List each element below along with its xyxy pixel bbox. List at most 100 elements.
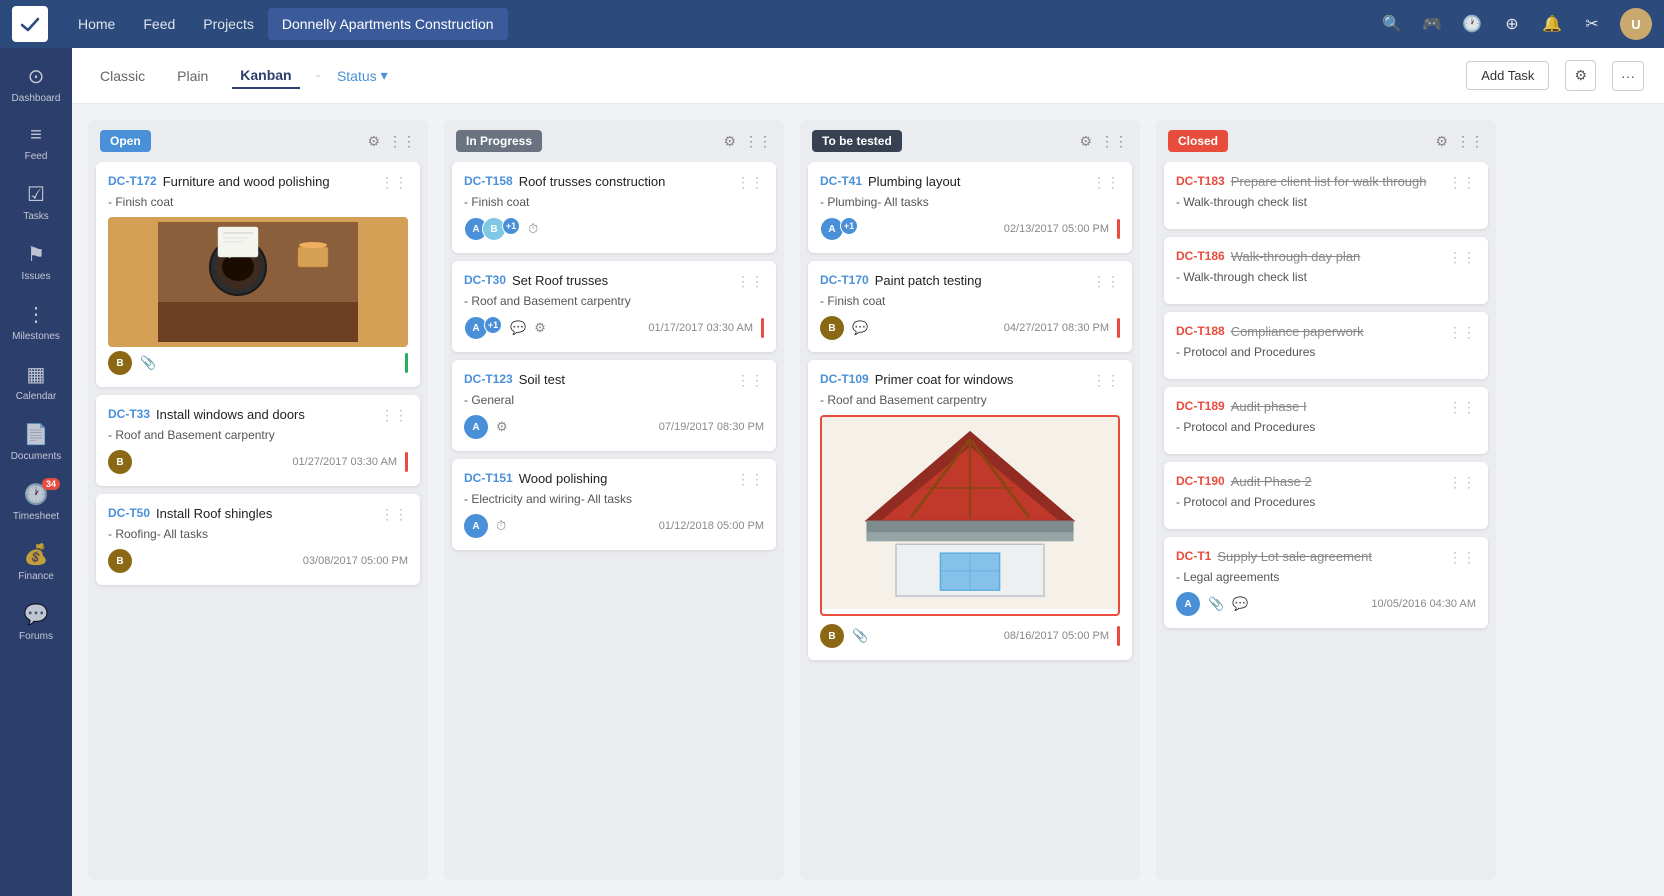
view-kanban[interactable]: Kanban	[232, 63, 299, 89]
card-dc-t50-id[interactable]: DC-T50	[108, 506, 150, 520]
column-to-be-tested-settings[interactable]: ⚙	[1079, 133, 1092, 150]
card-dc-t189-drag[interactable]: ⋮⋮	[1448, 399, 1476, 416]
scissors-icon[interactable]: ✂	[1580, 12, 1604, 36]
card-dc-t33[interactable]: DC-T33 Install windows and doors ⋮⋮ - Ro…	[96, 395, 420, 486]
sidebar-item-forums[interactable]: 💬 Forums	[4, 594, 68, 650]
card-dc-t123-title: Soil test	[519, 372, 730, 387]
column-in-progress-settings[interactable]: ⚙	[723, 133, 736, 150]
card-dc-t41-drag[interactable]: ⋮⋮	[1092, 174, 1120, 191]
sidebar-label-feed: Feed	[25, 151, 48, 162]
sidebar-item-calendar[interactable]: ▦ Calendar	[4, 354, 68, 410]
more-button[interactable]: ···	[1612, 61, 1644, 91]
column-in-progress-drag[interactable]: ⋮⋮	[744, 133, 772, 150]
sidebar-item-milestones[interactable]: ⋮ Milestones	[4, 294, 68, 350]
sidebar-item-feed[interactable]: ≡ Feed	[4, 116, 68, 170]
settings-icon[interactable]: ⚙	[534, 320, 546, 336]
card-dc-t123-settings-icon[interactable]: ⚙	[496, 419, 508, 435]
card-dc-t183[interactable]: DC-T183 Prepare client list for walk thr…	[1164, 162, 1488, 229]
column-in-progress-header: In Progress ⚙ ⋮⋮	[444, 120, 784, 162]
card-dc-t109-attachment-icon[interactable]: 📎	[852, 628, 868, 644]
card-dc-t30-id[interactable]: DC-T30	[464, 273, 506, 287]
card-dc-t1-id[interactable]: DC-T1	[1176, 549, 1211, 563]
card-dc-t172-id[interactable]: DC-T172	[108, 174, 157, 188]
column-closed-settings[interactable]: ⚙	[1435, 133, 1448, 150]
nav-active-project[interactable]: Donnelly Apartments Construction	[268, 8, 508, 40]
column-open-settings[interactable]: ⚙	[367, 133, 380, 150]
column-open-drag[interactable]: ⋮⋮	[388, 133, 416, 150]
card-dc-t190[interactable]: DC-T190 Audit Phase 2 ⋮⋮ - Protocol and …	[1164, 462, 1488, 529]
card-dc-t158-drag[interactable]: ⋮⋮	[736, 174, 764, 191]
card-dc-t186[interactable]: DC-T186 Walk-through day plan ⋮⋮ - Walk-…	[1164, 237, 1488, 304]
card-dc-t151[interactable]: DC-T151 Wood polishing ⋮⋮ - Electricity …	[452, 459, 776, 550]
filter-button[interactable]: ⚙	[1565, 60, 1596, 91]
card-dc-t172-drag[interactable]: ⋮⋮	[380, 174, 408, 191]
card-dc-t123-subtitle: - General	[464, 393, 764, 407]
card-dc-t151-timer-icon[interactable]: ⏱	[496, 518, 506, 534]
card-dc-t170-drag[interactable]: ⋮⋮	[1092, 273, 1120, 290]
card-dc-t41[interactable]: DC-T41 Plumbing layout ⋮⋮ - Plumbing- Al…	[808, 162, 1132, 253]
comment-icon[interactable]: 💬	[510, 320, 526, 336]
nav-feed[interactable]: Feed	[129, 8, 189, 40]
card-dc-t1-drag[interactable]: ⋮⋮	[1448, 549, 1476, 566]
plus-icon[interactable]: ⊕	[1500, 12, 1524, 36]
card-dc-t33-id[interactable]: DC-T33	[108, 407, 150, 421]
attachment-icon[interactable]: 📎	[140, 355, 156, 371]
card-dc-t50[interactable]: DC-T50 Install Roof shingles ⋮⋮ - Roofin…	[96, 494, 420, 585]
nav-projects[interactable]: Projects	[189, 8, 268, 40]
card-dc-t30[interactable]: DC-T30 Set Roof trusses ⋮⋮ - Roof and Ba…	[452, 261, 776, 352]
card-dc-t189[interactable]: DC-T189 Audit phase I ⋮⋮ - Protocol and …	[1164, 387, 1488, 454]
card-dc-t1[interactable]: DC-T1 Supply Lot sale agreement ⋮⋮ - Leg…	[1164, 537, 1488, 628]
card-dc-t170-comment-icon[interactable]: 💬	[852, 320, 868, 336]
user-avatar[interactable]: U	[1620, 8, 1652, 40]
sidebar-item-tasks[interactable]: ☑ Tasks	[4, 174, 68, 230]
column-to-be-tested-drag[interactable]: ⋮⋮	[1100, 133, 1128, 150]
card-dc-t109-id[interactable]: DC-T109	[820, 372, 869, 386]
card-dc-t170-id[interactable]: DC-T170	[820, 273, 869, 287]
card-dc-t33-drag[interactable]: ⋮⋮	[380, 407, 408, 424]
status-filter[interactable]: Status ▾	[337, 67, 388, 84]
bell-icon[interactable]: 🔔	[1540, 12, 1564, 36]
card-dc-t190-drag[interactable]: ⋮⋮	[1448, 474, 1476, 491]
card-dc-t123-drag[interactable]: ⋮⋮	[736, 372, 764, 389]
timer-icon[interactable]: ⏱	[528, 221, 538, 237]
card-dc-t123-id[interactable]: DC-T123	[464, 372, 513, 386]
view-plain[interactable]: Plain	[169, 64, 216, 88]
card-dc-t188-id[interactable]: DC-T188	[1176, 324, 1225, 338]
sidebar-item-issues[interactable]: ⚑ Issues	[4, 234, 68, 290]
card-dc-t170[interactable]: DC-T170 Paint patch testing ⋮⋮ - Finish …	[808, 261, 1132, 352]
sidebar-item-finance[interactable]: 💰 Finance	[4, 534, 68, 590]
card-dc-t183-drag[interactable]: ⋮⋮	[1448, 174, 1476, 191]
sidebar-item-timesheet[interactable]: 34 🕐 Timesheet	[4, 474, 68, 530]
card-dc-t50-drag[interactable]: ⋮⋮	[380, 506, 408, 523]
card-dc-t109[interactable]: DC-T109 Primer coat for windows ⋮⋮ - Roo…	[808, 360, 1132, 660]
gamepad-icon[interactable]: 🎮	[1420, 12, 1444, 36]
add-task-button[interactable]: Add Task	[1466, 61, 1549, 90]
card-dc-t151-drag[interactable]: ⋮⋮	[736, 471, 764, 488]
card-dc-t172[interactable]: DC-T172 Furniture and wood polishing ⋮⋮ …	[96, 162, 420, 387]
card-dc-t188[interactable]: DC-T188 Compliance paperwork ⋮⋮ - Protoc…	[1164, 312, 1488, 379]
search-icon[interactable]: 🔍	[1380, 12, 1404, 36]
card-dc-t183-id[interactable]: DC-T183	[1176, 174, 1225, 188]
card-dc-t186-drag[interactable]: ⋮⋮	[1448, 249, 1476, 266]
clock-icon[interactable]: 🕐	[1460, 12, 1484, 36]
card-dc-t1-comment-icon[interactable]: 💬	[1232, 596, 1248, 612]
card-dc-t109-drag[interactable]: ⋮⋮	[1092, 372, 1120, 389]
card-dc-t189-id[interactable]: DC-T189	[1176, 399, 1225, 413]
card-dc-t30-drag[interactable]: ⋮⋮	[736, 273, 764, 290]
view-classic[interactable]: Classic	[92, 64, 153, 88]
sidebar-item-dashboard[interactable]: ⊙ Dashboard	[4, 56, 68, 112]
card-dc-t151-id[interactable]: DC-T151	[464, 471, 513, 485]
card-dc-t158[interactable]: DC-T158 Roof trusses construction ⋮⋮ - F…	[452, 162, 776, 253]
card-dc-t109-title: Primer coat for windows	[875, 372, 1086, 387]
dashboard-icon: ⊙	[28, 64, 45, 89]
card-dc-t188-drag[interactable]: ⋮⋮	[1448, 324, 1476, 341]
card-dc-t190-id[interactable]: DC-T190	[1176, 474, 1225, 488]
sidebar-item-documents[interactable]: 📄 Documents	[4, 414, 68, 470]
card-dc-t123[interactable]: DC-T123 Soil test ⋮⋮ - General A ⚙ 07/19…	[452, 360, 776, 451]
card-dc-t186-id[interactable]: DC-T186	[1176, 249, 1225, 263]
nav-home[interactable]: Home	[64, 8, 129, 40]
column-closed-drag[interactable]: ⋮⋮	[1456, 133, 1484, 150]
card-dc-t41-id[interactable]: DC-T41	[820, 174, 862, 188]
card-dc-t158-id[interactable]: DC-T158	[464, 174, 513, 188]
card-dc-t1-attachment-icon[interactable]: 📎	[1208, 596, 1224, 612]
